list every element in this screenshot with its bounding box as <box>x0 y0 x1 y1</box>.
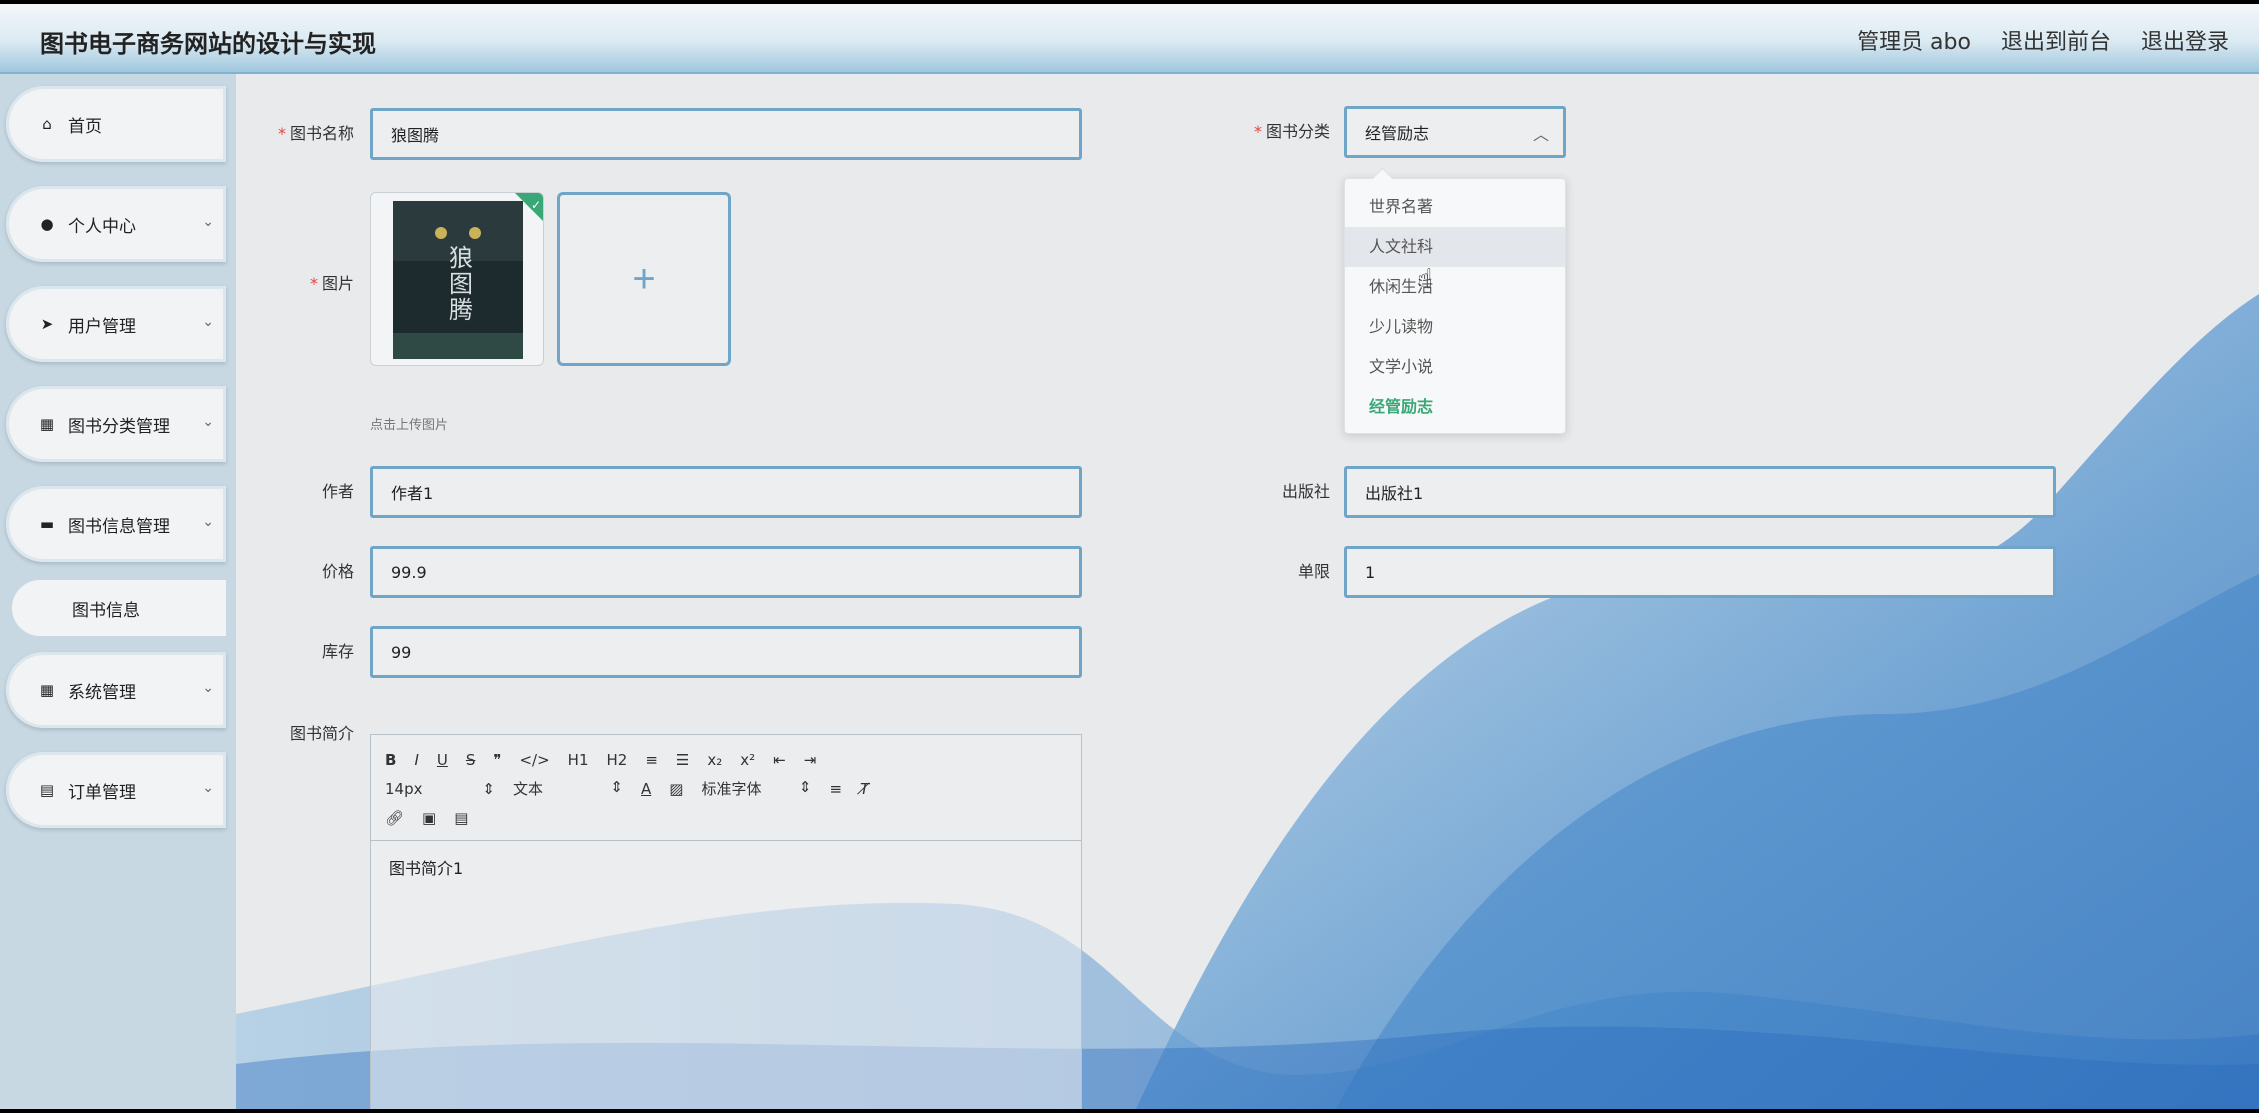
chevron-down-icon: ⌄ <box>202 680 214 696</box>
grid-icon: ▦ <box>39 415 55 433</box>
app-title: 图书电子商务网站的设计与实现 <box>40 30 376 58</box>
category-label: * 图书分类 <box>1253 122 1330 141</box>
category-dropdown: 世界名著 人文社科 休闲生活 少儿读物 文学小说 经管励志 ☝ <box>1344 178 1566 434</box>
sidebar-subitem-book-info[interactable]: 图书信息 <box>12 580 226 636</box>
sidebar-item-users[interactable]: ➤ 用户管理 ⌄ <box>6 286 226 362</box>
sidebar-item-label: 首页 <box>68 116 102 137</box>
price-label: 价格 <box>321 562 354 581</box>
chevron-down-icon: ⌄ <box>202 214 214 230</box>
exit-to-front-link[interactable]: 退出到前台 <box>2001 24 2111 56</box>
underline-button[interactable]: U <box>437 751 448 769</box>
price-input[interactable]: 99.9 <box>370 546 1082 598</box>
author-input[interactable]: 作者1 <box>370 466 1082 518</box>
strike-button[interactable]: S <box>466 751 476 769</box>
sidebar-item-profile[interactable]: ● 个人中心 ⌄ <box>6 186 226 262</box>
sidebar-item-categories[interactable]: ▦ 图书分类管理 ⌄ <box>6 386 226 462</box>
updown-icon: ⇕ <box>610 778 623 796</box>
blockquote-button[interactable]: ❞ <box>493 751 501 769</box>
sidebar: ⌂ 首页 ● 个人中心 ⌄ ➤ 用户管理 ⌄ ▦ 图书分类管理 ⌄ ▬ 图书信息… <box>0 74 236 1109</box>
user-icon: ● <box>40 215 54 233</box>
sidebar-item-label: 图书信息管理 <box>68 516 170 537</box>
indent-button[interactable]: ⇥ <box>804 751 817 769</box>
bold-button[interactable]: B <box>385 751 396 769</box>
cover-title: 狼图腾 <box>449 244 473 324</box>
svg-text:✓: ✓ <box>531 198 541 212</box>
image-label: * 图片 <box>309 274 354 293</box>
book-name-label: * 图书名称 <box>277 124 354 143</box>
h2-button[interactable]: H2 <box>607 751 628 769</box>
dropdown-option[interactable]: 人文社科 <box>1345 227 1565 267</box>
top-header: 图书电子商务网站的设计与实现 管理员 abo 退出到前台 退出登录 <box>0 4 2259 74</box>
video-icon[interactable]: ▤ <box>454 809 468 827</box>
apps-icon: ▦ <box>39 681 55 699</box>
chevron-down-icon: ⌄ <box>202 780 214 796</box>
editor-content[interactable]: 图书简介1 <box>371 841 1081 893</box>
main-content: * 图书名称 狼图腾 * 图书分类 经管励志 ︿ * 图片 ✓ 狼图腾 + 点击上传图… <box>236 74 2259 1109</box>
clear-format-icon[interactable]: T̸ <box>860 780 869 798</box>
updown-icon: ⇕ <box>798 778 812 796</box>
category-select[interactable]: 经管励志 ︿ <box>1344 106 1566 158</box>
home-icon: ⌂ <box>42 115 52 133</box>
sidebar-item-label: 个人中心 <box>68 216 136 237</box>
publisher-input[interactable]: 出版社1 <box>1344 466 2056 518</box>
publisher-label: 出版社 <box>1281 482 1330 501</box>
sidebar-item-label: 订单管理 <box>68 782 136 803</box>
dropdown-option-selected[interactable]: 经管励志 <box>1345 387 1565 427</box>
h1-button[interactable]: H1 <box>568 751 589 769</box>
current-user: 管理员 abo <box>1857 30 1971 55</box>
editor-toolbar: B I U S ❞ </> H1 H2 ≡ ☰ x₂ x² ⇤ ⇥ 14px⇕ <box>371 735 1081 841</box>
sidebar-item-system[interactable]: ▦ 系统管理 ⌄ <box>6 652 226 728</box>
background-color-icon[interactable]: ▨ <box>669 780 683 798</box>
chevron-up-icon: ︿ <box>1532 125 1549 144</box>
subscript-button[interactable]: x₂ <box>707 751 722 769</box>
upload-image-button[interactable]: + <box>557 192 731 366</box>
upload-hint: 点击上传图片 <box>370 418 449 433</box>
ordered-list-button[interactable]: ≡ <box>645 751 658 769</box>
chevron-down-icon: ⌄ <box>202 414 214 430</box>
font-size-select[interactable]: 14px ⇕ <box>385 780 495 798</box>
sidebar-item-home[interactable]: ⌂ 首页 <box>6 86 226 162</box>
clipboard-icon: ▤ <box>39 781 55 799</box>
intro-label: 图书简介 <box>289 724 354 743</box>
updown-icon: ⇕ <box>482 779 495 798</box>
briefcase-icon: ▬ <box>39 515 55 533</box>
link-icon[interactable]: 🔗︎ <box>385 809 404 827</box>
author-label: 作者 <box>321 482 354 501</box>
chevron-down-icon: ⌄ <box>202 314 214 330</box>
app-window: 图书电子商务网站的设计与实现 管理员 abo 退出到前台 退出登录 ⌂ 首页 ●… <box>0 4 2259 1109</box>
sidebar-item-label: 用户管理 <box>68 316 136 337</box>
sidebar-item-label: 系统管理 <box>68 682 136 703</box>
header-select[interactable]: 文本 ⇕ <box>513 778 623 799</box>
code-block-button[interactable]: </> <box>519 751 549 769</box>
header-actions: 管理员 abo 退出到前台 退出登录 <box>1857 24 2229 56</box>
bullet-list-button[interactable]: ☰ <box>676 751 689 769</box>
sidebar-item-books[interactable]: ▬ 图书信息管理 ⌄ <box>6 486 226 562</box>
send-icon: ➤ <box>40 315 54 333</box>
dropdown-option[interactable]: 文学小说 <box>1345 347 1565 387</box>
logout-link[interactable]: 退出登录 <box>2141 24 2229 56</box>
sidebar-item-orders[interactable]: ▤ 订单管理 ⌄ <box>6 752 226 828</box>
limit-label: 单限 <box>1297 562 1330 581</box>
hand-cursor-icon: ☝ <box>1417 263 1433 293</box>
dropdown-option[interactable]: 少儿读物 <box>1345 307 1565 347</box>
align-icon[interactable]: ≡ <box>829 780 842 798</box>
limit-input[interactable]: 1 <box>1344 546 2056 598</box>
italic-button[interactable]: I <box>414 751 418 769</box>
book-name-input[interactable]: 狼图腾 <box>370 108 1082 160</box>
dropdown-option[interactable]: 世界名著 <box>1345 187 1565 227</box>
dropdown-option[interactable]: 休闲生活 <box>1345 267 1565 307</box>
image-icon[interactable]: ▣ <box>422 809 436 827</box>
sidebar-item-label: 图书分类管理 <box>68 416 170 437</box>
rich-text-editor: B I U S ❞ </> H1 H2 ≡ ☰ x₂ x² ⇤ ⇥ 14px⇕ <box>370 734 1082 1109</box>
plus-icon: + <box>632 256 656 301</box>
stock-label: 库存 <box>321 642 354 661</box>
chevron-up-icon: ⌄ <box>202 514 214 530</box>
stock-input[interactable]: 99 <box>370 626 1082 678</box>
outdent-button[interactable]: ⇤ <box>773 751 786 769</box>
font-family-select[interactable]: 标准字体 ⇕ <box>701 778 811 799</box>
font-color-icon[interactable]: A <box>641 780 651 798</box>
superscript-button[interactable]: x² <box>740 751 755 769</box>
book-cover-thumbnail[interactable]: ✓ 狼图腾 <box>370 192 544 366</box>
